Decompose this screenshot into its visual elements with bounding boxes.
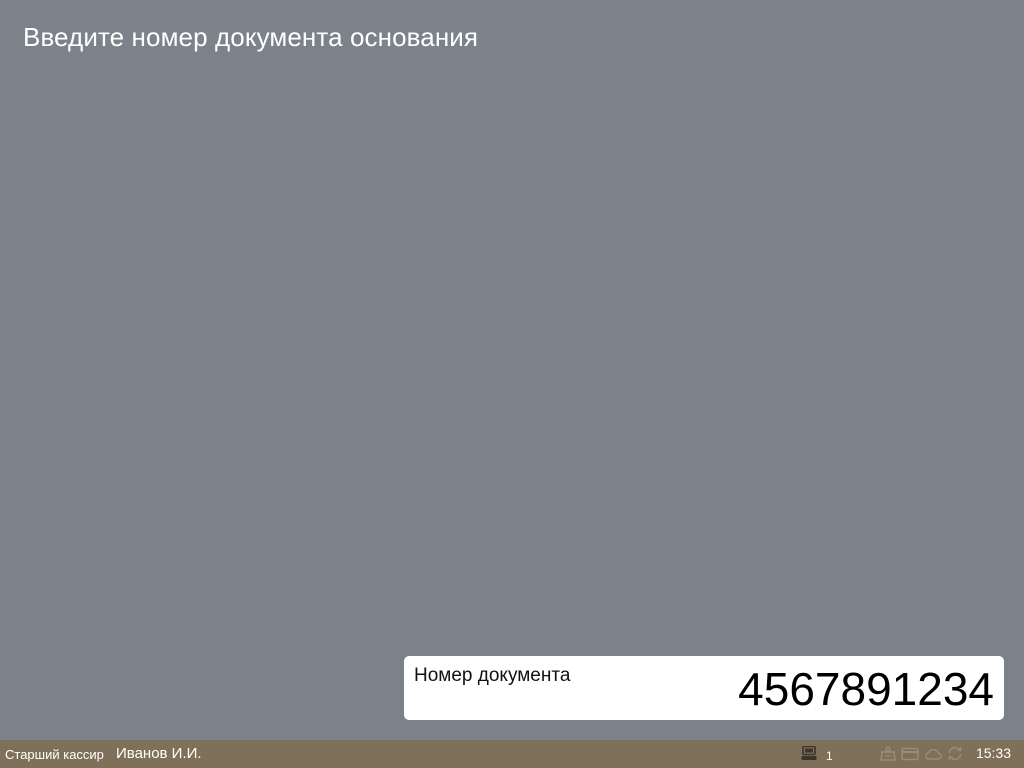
terminal-indicator: 1	[801, 745, 833, 766]
document-number-input[interactable]	[594, 661, 994, 717]
document-number-panel[interactable]: Номер документа	[404, 656, 1004, 720]
page-title: Введите номер документа основания	[23, 22, 479, 52]
cashier-role: Старший кассир	[5, 747, 104, 762]
cloud-icon	[924, 747, 942, 761]
screen: Введите номер документа основания Номер …	[0, 0, 1024, 768]
status-bar: Старший кассир Иванов И.И. 1 15:33	[0, 740, 1024, 768]
document-number-label: Номер документа	[414, 665, 571, 686]
terminal-number: 1	[826, 749, 833, 763]
card-icon	[901, 747, 919, 761]
scales-icon	[880, 746, 896, 761]
cashier-name: Иванов И.И.	[116, 745, 202, 762]
status-icons	[880, 746, 963, 761]
terminal-icon	[801, 745, 817, 766]
sync-icon	[947, 746, 963, 761]
clock: 15:33	[975, 745, 1011, 761]
